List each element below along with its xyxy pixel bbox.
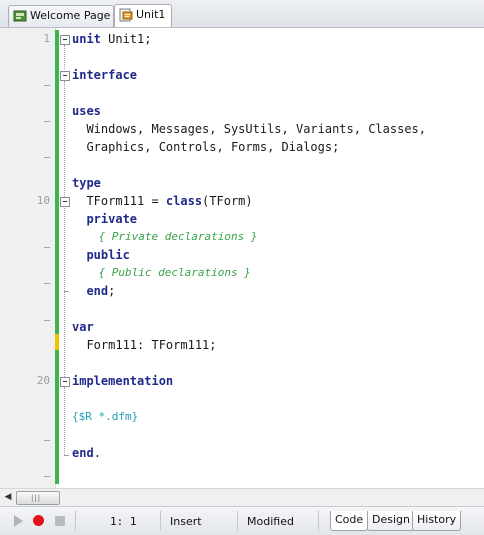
- code-editor-window: Welcome Page Unit1 1 10 20 unit Unit1; i…: [0, 0, 484, 535]
- tab-welcome-page[interactable]: Welcome Page: [8, 5, 114, 27]
- keyword: interface: [72, 68, 138, 82]
- code-comment: { Private declarations }: [72, 230, 258, 243]
- code-line: public: [72, 247, 130, 263]
- gutter-tick: [44, 247, 50, 248]
- tab-unit1-label: Unit1: [136, 8, 166, 21]
- line-number: 20: [36, 374, 50, 387]
- play-macro-icon[interactable]: [14, 515, 23, 527]
- line-number: 10: [36, 194, 50, 207]
- status-divider: [160, 511, 161, 531]
- modified-indicator: Modified: [247, 515, 294, 528]
- code-line: end;: [72, 283, 115, 299]
- line-number-gutter: 1 10 20: [0, 28, 56, 488]
- fold-end-marker: [64, 455, 69, 456]
- code-line: private: [72, 211, 137, 227]
- welcome-page-icon: [13, 10, 27, 22]
- fold-toggle-icon[interactable]: [60, 71, 70, 81]
- code-line: unit Unit1;: [72, 31, 151, 47]
- grip-icon: |||: [31, 494, 42, 502]
- gutter-tick: [44, 283, 50, 284]
- code-line: implementation: [72, 373, 173, 389]
- stop-macro-icon[interactable]: [55, 516, 65, 526]
- cursor-position: 1: 1: [110, 515, 137, 528]
- code-line: uses: [72, 103, 101, 119]
- keyword: public: [72, 248, 130, 262]
- fold-guide-line: [64, 387, 65, 455]
- code-text: TForm111 =: [72, 194, 166, 208]
- line-number: 1: [43, 32, 50, 45]
- code-line: Windows, Messages, SysUtils, Variants, C…: [72, 122, 427, 136]
- keyword: implementation: [72, 374, 174, 388]
- code-line: type: [72, 175, 101, 191]
- status-divider: [318, 511, 319, 531]
- status-divider: [237, 511, 238, 531]
- keyword: private: [72, 212, 138, 226]
- tab-history[interactable]: History: [412, 511, 462, 531]
- scroll-left-arrow-icon[interactable]: ◀: [3, 492, 13, 503]
- status-bar: 1: 1 Insert Modified Code Design History: [0, 506, 484, 535]
- keyword: end: [72, 446, 94, 460]
- code-line: interface: [72, 67, 137, 83]
- keyword: end: [72, 284, 109, 298]
- scrollbar-thumb[interactable]: |||: [16, 491, 60, 505]
- code-line: var: [72, 319, 94, 335]
- gutter-tick: [44, 157, 50, 158]
- code-text: Unit1;: [100, 32, 152, 46]
- keyword: class: [165, 194, 203, 208]
- code-text: ;: [108, 284, 116, 298]
- keyword: uses: [72, 104, 101, 118]
- unsaved-change-marker: [55, 334, 59, 350]
- keyword: unit: [72, 32, 101, 46]
- gutter-tick: [44, 476, 50, 477]
- gutter-tick: [44, 85, 50, 86]
- tab-welcome-page-label: Welcome Page: [30, 9, 111, 22]
- code-text: (TForm): [202, 194, 253, 208]
- change-indicator-bar: [55, 30, 59, 484]
- code-line: Graphics, Controls, Forms, Dialogs;: [72, 140, 340, 154]
- keyword: type: [72, 176, 101, 190]
- tab-code[interactable]: Code: [330, 511, 369, 531]
- gutter-tick: [44, 320, 50, 321]
- keyword: var: [72, 320, 94, 334]
- fold-toggle-icon[interactable]: [60, 35, 70, 45]
- code-text: .: [93, 446, 101, 460]
- code-comment: { Public declarations }: [72, 266, 251, 279]
- record-macro-icon[interactable]: [33, 515, 44, 526]
- code-editor[interactable]: 1 10 20 unit Unit1; interface uses Windo…: [0, 28, 484, 488]
- fold-toggle-icon[interactable]: [60, 377, 70, 387]
- status-divider: [75, 511, 76, 531]
- fold-guide-line: [64, 45, 65, 69]
- fold-guide-line: [64, 81, 65, 391]
- file-tab-strip: Welcome Page Unit1: [0, 0, 484, 28]
- tab-unit1[interactable]: Unit1: [114, 4, 172, 27]
- horizontal-scrollbar[interactable]: ◀ |||: [0, 488, 484, 506]
- code-line: Form111: TForm111;: [72, 338, 217, 352]
- fold-end-marker: [64, 291, 69, 292]
- fold-toggle-icon[interactable]: [60, 197, 70, 207]
- unit-file-icon: [119, 8, 133, 22]
- code-line: end.: [72, 445, 101, 461]
- gutter-tick: [44, 121, 50, 122]
- gutter-tick: [44, 440, 50, 441]
- tab-design[interactable]: Design: [367, 511, 415, 531]
- compiler-directive: {$R *.dfm}: [72, 410, 139, 423]
- code-line: TForm111 = class(TForm): [72, 193, 253, 209]
- insert-mode-indicator: Insert: [170, 515, 202, 528]
